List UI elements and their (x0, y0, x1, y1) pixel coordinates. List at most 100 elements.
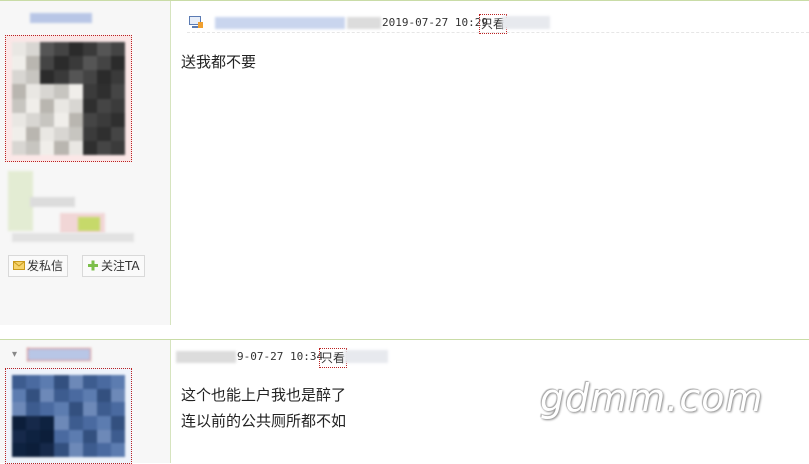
mosaic-cell (82, 70, 97, 85)
mosaic-cell (54, 443, 69, 457)
mosaic-cell (110, 84, 125, 99)
mosaic-cell (110, 416, 125, 430)
mosaic-cell (54, 140, 69, 155)
mosaic-cell (96, 443, 111, 457)
mosaic-cell (68, 42, 83, 57)
post-2-author-redacted[interactable] (176, 351, 236, 363)
mosaic-cell (26, 388, 41, 403)
mosaic-cell (82, 416, 97, 430)
mosaic-cell (54, 375, 69, 389)
mosaic-cell (68, 375, 83, 389)
avatar-mosaic (12, 42, 125, 155)
send-message-button[interactable]: 发私信 (8, 255, 69, 277)
mosaic-cell (110, 70, 125, 85)
mosaic-cell (110, 429, 125, 444)
post-2-content-line-1: 这个也能上户我也是醉了 (181, 386, 347, 404)
medal-icon (78, 217, 100, 231)
mosaic-cell (68, 140, 83, 155)
mosaic-cell (12, 375, 27, 389)
post-2-author-name-redacted[interactable] (27, 348, 91, 361)
mosaic-cell (96, 402, 111, 416)
mosaic-cell (26, 443, 41, 457)
post-2-extra-redacted (344, 350, 388, 363)
mosaic-cell (54, 70, 69, 85)
mosaic-cell (68, 112, 83, 127)
mosaic-cell (68, 388, 83, 403)
mosaic-cell (82, 56, 97, 71)
mosaic-cell (96, 56, 111, 71)
mosaic-cell (68, 443, 83, 457)
mosaic-cell (12, 56, 27, 71)
mosaic-cell (12, 429, 27, 444)
mosaic-cell (26, 140, 41, 155)
mosaic-cell (12, 443, 27, 457)
avatar[interactable] (5, 368, 132, 464)
mosaic-cell (96, 70, 111, 85)
mosaic-cell (96, 416, 111, 430)
avatar-mosaic (12, 375, 125, 457)
mosaic-cell (96, 140, 111, 155)
mosaic-cell (110, 140, 125, 155)
mosaic-cell (40, 126, 55, 141)
mosaic-cell (110, 98, 125, 113)
post-2-author-panel: ▾ (0, 340, 171, 464)
mosaic-cell (54, 84, 69, 99)
mosaic-cell (54, 98, 69, 113)
mosaic-cell (26, 70, 41, 85)
author-name-redacted[interactable] (30, 13, 92, 23)
mosaic-cell (82, 84, 97, 99)
mosaic-cell (26, 98, 41, 113)
envelope-icon (13, 261, 25, 270)
mosaic-cell (26, 56, 41, 71)
mosaic-cell (26, 126, 41, 141)
mosaic-cell (96, 98, 111, 113)
mosaic-cell (82, 140, 97, 155)
mosaic-cell (68, 416, 83, 430)
send-message-label: 发私信 (27, 259, 64, 273)
mosaic-cell (82, 126, 97, 141)
mosaic-cell (96, 112, 111, 127)
mosaic-cell (40, 98, 55, 113)
mosaic-cell (110, 42, 125, 57)
mosaic-cell (110, 56, 125, 71)
post-1-author-redacted[interactable] (215, 17, 345, 29)
mosaic-cell (40, 388, 55, 403)
avatar[interactable] (5, 35, 132, 162)
post-2-meta: 9-07-27 10:34 只看 (174, 348, 809, 368)
only-view-author-link[interactable]: 只看 (319, 348, 348, 368)
mosaic-cell (96, 126, 111, 141)
mosaic-cell (110, 443, 125, 457)
mosaic-cell (40, 112, 55, 127)
mosaic-cell (96, 375, 111, 389)
mosaic-cell (82, 402, 97, 416)
plus-icon (88, 260, 98, 271)
mosaic-cell (40, 70, 55, 85)
mosaic-cell (26, 84, 41, 99)
post-1-extra-redacted (502, 16, 550, 29)
mosaic-cell (68, 56, 83, 71)
mosaic-cell (54, 56, 69, 71)
user-info-redacted (12, 233, 134, 242)
mosaic-cell (12, 42, 27, 57)
mosaic-cell (68, 70, 83, 85)
mosaic-cell (40, 429, 55, 444)
site-watermark: gdmm.com (540, 376, 764, 420)
mosaic-cell (82, 429, 97, 444)
mosaic-cell (54, 112, 69, 127)
post-1: 发私信 关注TA 2019-07-27 10:29 只看 送我都不要 (0, 0, 809, 325)
mosaic-cell (110, 402, 125, 416)
mosaic-cell (96, 388, 111, 403)
follow-button[interactable]: 关注TA (82, 255, 145, 277)
post-1-timestamp: 2019-07-27 10:29 (382, 16, 488, 29)
mosaic-cell (82, 42, 97, 57)
mosaic-cell (54, 416, 69, 430)
mosaic-cell (82, 375, 97, 389)
mosaic-cell (82, 388, 97, 403)
mosaic-cell (12, 140, 27, 155)
post-1-content: 送我都不要 (181, 53, 257, 71)
mosaic-cell (68, 84, 83, 99)
mosaic-cell (12, 416, 27, 430)
mosaic-cell (96, 429, 111, 444)
mosaic-cell (82, 443, 97, 457)
mosaic-cell (12, 98, 27, 113)
